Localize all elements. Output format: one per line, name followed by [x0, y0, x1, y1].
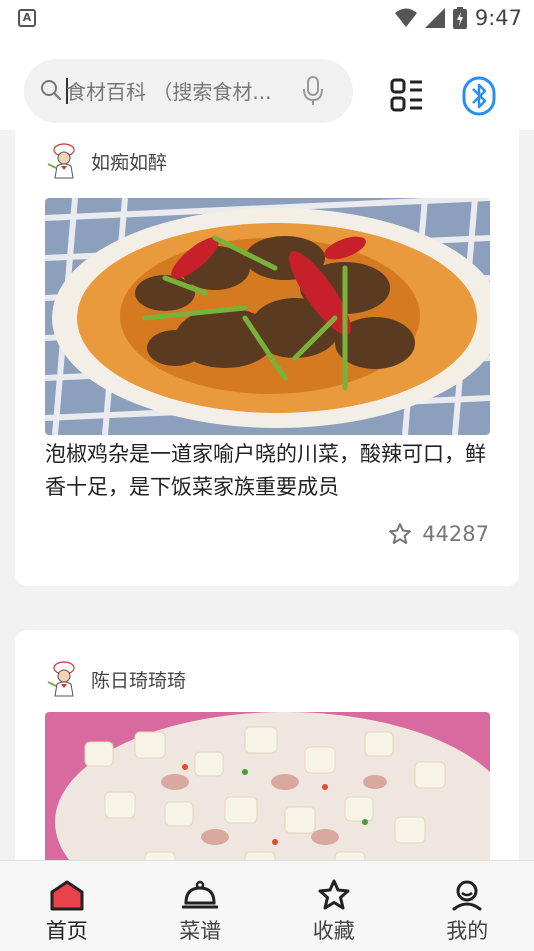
tab-recipes-label: 菜谱 [179, 915, 221, 945]
author-row[interactable]: 如痴如醉 [45, 142, 167, 180]
tab-recipes[interactable]: 菜谱 [134, 861, 268, 951]
user-icon [450, 879, 484, 911]
tab-home-label: 首页 [46, 915, 88, 945]
wifi-icon [395, 8, 417, 28]
dish-image [45, 712, 490, 860]
home-icon [49, 879, 85, 911]
author-name: 陈日琦琦琦 [91, 666, 186, 693]
author-name: 如痴如醉 [91, 148, 167, 175]
status-icons: 9:47 [395, 4, 522, 32]
chef-avatar-icon [45, 660, 83, 698]
top-bar: 食材百科 （搜索食材... [0, 38, 534, 130]
recipe-feed: 如痴如醉 [0, 130, 534, 860]
tab-favorites-label: 收藏 [313, 915, 355, 945]
like-count-value: 44287 [422, 522, 489, 546]
author-row[interactable]: 陈日琦琦琦 [45, 660, 186, 698]
app-notification-icon: A [18, 9, 36, 27]
recipe-photo[interactable] [45, 712, 490, 860]
signal-icon [425, 8, 445, 28]
status-time: 9:47 [475, 6, 522, 30]
tab-home[interactable]: 首页 [0, 861, 134, 951]
like-count[interactable]: 44287 [388, 522, 489, 546]
status-bar: A 9:47 [0, 0, 534, 38]
star-outline-icon [388, 522, 412, 546]
dish-image [45, 198, 490, 435]
battery-icon [453, 7, 467, 29]
microphone-icon[interactable] [302, 75, 324, 107]
bluetooth-icon[interactable] [462, 76, 496, 116]
chef-avatar-icon [45, 142, 83, 180]
bottom-tab-bar: 首页 菜谱 收藏 我的 [0, 860, 534, 951]
tab-favorites[interactable]: 收藏 [267, 861, 401, 951]
star-icon [317, 879, 351, 911]
recipe-card[interactable]: 如痴如醉 [15, 130, 519, 586]
cloche-icon [182, 879, 218, 911]
recipe-description: 泡椒鸡杂是一道家喻户晓的川菜，酸辣可口，鲜香十足，是下饭菜家族重要成员 [45, 438, 495, 504]
qr-scan-icon[interactable] [390, 78, 424, 112]
tab-profile[interactable]: 我的 [401, 861, 534, 951]
search-input[interactable]: 食材百科 （搜索食材... [24, 59, 353, 123]
tab-profile-label: 我的 [446, 915, 488, 945]
recipe-photo[interactable] [45, 198, 490, 435]
search-placeholder: 食材百科 （搜索食材... [66, 76, 306, 105]
search-icon [40, 79, 62, 101]
recipe-card[interactable]: 陈日琦琦琦 [15, 630, 519, 860]
